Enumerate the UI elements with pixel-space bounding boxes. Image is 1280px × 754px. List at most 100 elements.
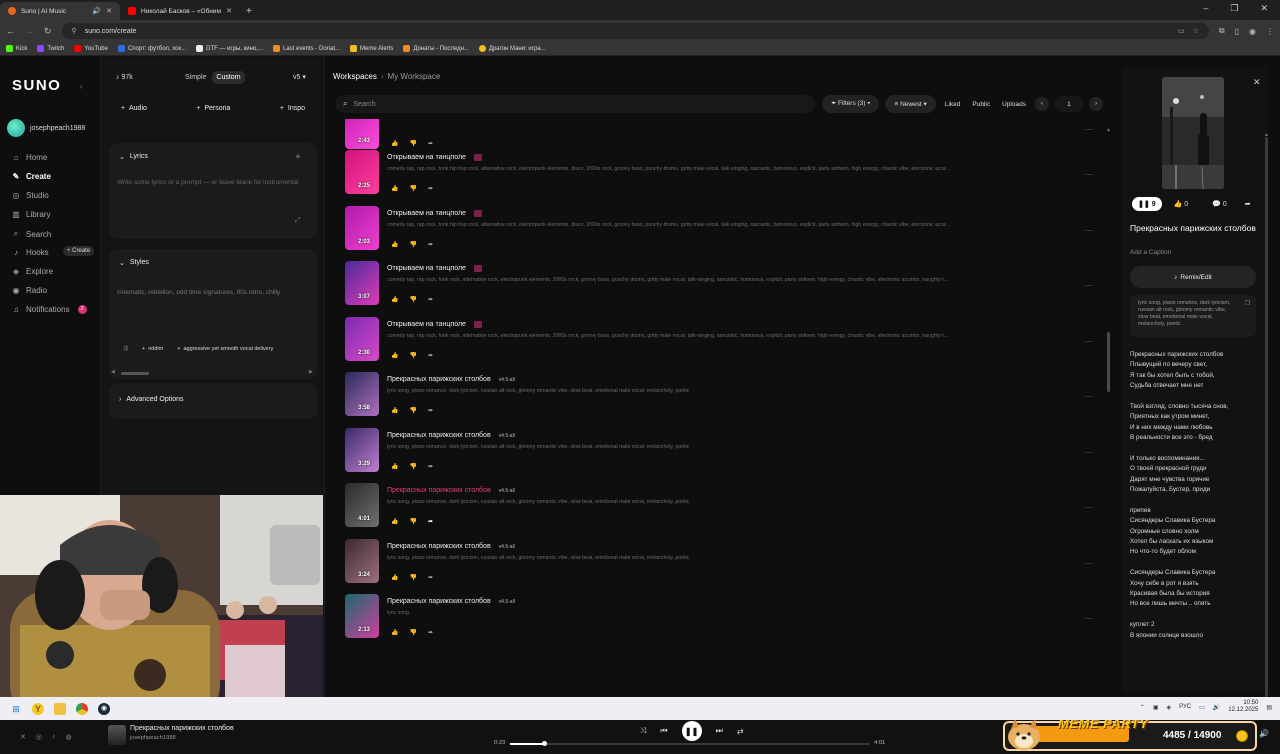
progress-knob[interactable] bbox=[542, 741, 548, 746]
lyrics-header[interactable]: ⌄ Lyrics bbox=[119, 153, 148, 161]
now-playing-title[interactable]: Прекрасных парижских столбов bbox=[130, 725, 234, 732]
more-options-icon[interactable]: ⋯ bbox=[1085, 226, 1093, 235]
dislike-icon[interactable]: 👎 bbox=[409, 518, 416, 525]
pause-button[interactable]: ❚❚ bbox=[681, 721, 702, 741]
like-icon[interactable]: 👍 bbox=[391, 574, 398, 581]
browser-tab-suno[interactable]: Suno | AI Music 🔊 ✕ bbox=[0, 2, 120, 20]
style-chip[interactable]: + riddim bbox=[142, 346, 163, 352]
song-style-tags[interactable]: lyric song, piano romance, dark lyricism… bbox=[387, 555, 1007, 561]
song-row[interactable]: 3:07 Открываем на танцполе comedy rap, rap… bbox=[345, 261, 1105, 316]
add-caption-link[interactable]: Add a Caption bbox=[1130, 249, 1171, 256]
song-title[interactable]: Прекрасных парижских столбов bbox=[387, 487, 491, 494]
language-indicator[interactable]: РУС bbox=[1179, 704, 1191, 710]
audio-playing-icon[interactable]: 🔊 bbox=[92, 7, 101, 15]
song-style-tags[interactable]: lyric song, piano romance, dark lyricism… bbox=[387, 388, 1007, 394]
add-audio-button[interactable]: + Audio bbox=[121, 105, 147, 125]
more-options-icon[interactable]: ⋯ bbox=[1085, 337, 1093, 346]
breadcrumb-current[interactable]: My Workspace bbox=[388, 72, 441, 81]
minimize-icon[interactable]: – bbox=[1203, 3, 1208, 14]
song-row[interactable]: 2:13 Прекрасных парижских столбов v4.5-all… bbox=[345, 594, 1105, 639]
like-icon[interactable]: 👍 bbox=[391, 140, 398, 147]
song-row[interactable]: 3:24 Прекрасных парижских столбов v4.5-all… bbox=[345, 539, 1105, 594]
progress-slider[interactable] bbox=[510, 741, 870, 746]
lyrics-input[interactable]: Write some lyrics or a prompt — or leave… bbox=[117, 179, 299, 186]
comment-button[interactable]: 💬 0 bbox=[1212, 200, 1227, 208]
sidebar-item-home[interactable]: ⌂ Home bbox=[12, 153, 48, 162]
steam-icon[interactable]: ◉ bbox=[98, 702, 110, 715]
cast-icon[interactable]: ▭ bbox=[1178, 27, 1185, 35]
song-row[interactable]: 3:29 Прекрасных парижских столбов v4.5-all… bbox=[345, 428, 1105, 483]
volume-icon[interactable]: 🔊 bbox=[1259, 729, 1269, 738]
share-icon[interactable]: ➦ bbox=[428, 185, 433, 192]
dislike-icon[interactable]: 👎 bbox=[409, 185, 416, 192]
detail-scrollbar[interactable]: ▲ bbox=[1264, 132, 1269, 702]
more-options-icon[interactable]: ⋯ bbox=[1085, 559, 1093, 568]
sidebar-item-studio[interactable]: ◎ Studio bbox=[12, 191, 49, 200]
scrollbar-thumb[interactable] bbox=[121, 372, 149, 375]
reload-icon[interactable]: ↻ bbox=[44, 26, 52, 37]
breadcrumb-root[interactable]: Workspaces bbox=[333, 72, 377, 81]
share-icon[interactable]: ➦ bbox=[428, 518, 433, 525]
song-style-tags[interactable]: comedy rap, rap rock, funk hip hop rock,… bbox=[387, 166, 1007, 172]
collapse-sidebar-icon[interactable]: ‹ bbox=[80, 82, 83, 91]
share-icon[interactable]: ➦ bbox=[428, 296, 433, 303]
instagram-icon[interactable]: ◎ bbox=[36, 733, 42, 741]
song-row[interactable]: 2:25 Открываем на танцполе comedy rap, rap… bbox=[345, 150, 1105, 205]
song-title[interactable]: Прекрасных парижских столбов bbox=[387, 432, 491, 439]
like-icon[interactable]: 👍 bbox=[391, 407, 398, 414]
previous-icon[interactable]: ⏮ bbox=[660, 726, 667, 736]
share-icon[interactable]: ➦ bbox=[428, 463, 433, 470]
back-icon[interactable]: ← bbox=[6, 26, 15, 36]
sidebar-item-explore[interactable]: ◈ Explore bbox=[12, 267, 53, 276]
scrollbar-thumb[interactable] bbox=[1265, 137, 1268, 697]
more-options-icon[interactable]: ⋯ bbox=[1085, 503, 1093, 512]
file-explorer-icon[interactable] bbox=[54, 702, 66, 715]
like-icon[interactable]: 👍 bbox=[391, 296, 398, 303]
url-field[interactable]: ⚲ suno.com/create ▭ ☆ bbox=[61, 23, 1209, 39]
more-options-icon[interactable]: ⋯ bbox=[1085, 614, 1093, 623]
like-icon[interactable]: 👍 bbox=[391, 352, 398, 359]
more-options-icon[interactable]: ⋯ bbox=[1085, 170, 1093, 179]
like-icon[interactable]: 👍 bbox=[391, 629, 398, 636]
share-icon[interactable]: ➦ bbox=[428, 574, 433, 581]
shuffle-icon[interactable]: ⤨ bbox=[640, 726, 646, 736]
song-style-tags[interactable]: comedy rap, rap rock, funk rock, alterna… bbox=[387, 333, 1007, 339]
maximize-icon[interactable]: ❐ bbox=[1230, 3, 1238, 14]
song-row[interactable]: 2:03 Открываем на танцполе comedy rap, rap… bbox=[345, 206, 1105, 261]
styles-input[interactable]: cinematic, rebellion, odd time signature… bbox=[117, 289, 280, 296]
style-shuffle-icon[interactable]: ⇶ bbox=[123, 345, 128, 352]
menu-icon[interactable]: ⋮ bbox=[1266, 27, 1274, 36]
bookmark-item[interactable]: Twitch bbox=[37, 45, 64, 52]
song-cover-thumbnail[interactable] bbox=[345, 119, 379, 149]
yandex-browser-icon[interactable]: Y bbox=[32, 702, 44, 715]
like-icon[interactable]: 👍 bbox=[391, 518, 398, 525]
network-icon[interactable]: ▭ bbox=[1199, 704, 1205, 711]
chrome-icon[interactable] bbox=[76, 702, 88, 715]
like-icon[interactable]: 👍 bbox=[391, 463, 398, 470]
show-hidden-icons-icon[interactable]: ⌃ bbox=[1140, 704, 1145, 711]
dislike-icon[interactable]: 👎 bbox=[409, 463, 416, 470]
tab-close-icon[interactable]: ✕ bbox=[106, 7, 112, 15]
next-icon[interactable]: ⏭ bbox=[716, 726, 723, 736]
mode-custom-tab[interactable]: Custom bbox=[212, 70, 245, 84]
new-tab-icon[interactable]: + bbox=[246, 6, 252, 17]
extensions-icon[interactable]: ⧉ bbox=[1219, 26, 1225, 36]
close-panel-icon[interactable]: ✕ bbox=[1253, 77, 1261, 88]
chip-scrollbar[interactable]: ◀ ▶ bbox=[111, 369, 315, 376]
sort-button[interactable]: ≡ Newest ▾ bbox=[885, 95, 936, 113]
share-icon[interactable]: ➦ bbox=[428, 352, 433, 359]
song-list-scrollbar[interactable]: ▲ bbox=[1106, 127, 1111, 647]
dislike-icon[interactable]: 👎 bbox=[409, 407, 416, 414]
remix-edit-button[interactable]: ♪ Remix/Edit bbox=[1130, 266, 1256, 288]
suno-logo[interactable]: SUNO bbox=[12, 77, 61, 94]
sidebar-item-create[interactable]: ✎ Create bbox=[12, 172, 51, 181]
share-icon[interactable]: ➦ bbox=[428, 140, 433, 147]
song-style-tags[interactable]: lyric song bbox=[387, 610, 1007, 616]
dislike-icon[interactable]: 👎 bbox=[409, 241, 416, 248]
like-icon[interactable]: 👍 bbox=[391, 185, 398, 192]
tiktok-icon[interactable]: ♪ bbox=[52, 733, 56, 741]
more-options-icon[interactable]: ⋯ bbox=[1085, 281, 1093, 290]
scroll-up-icon[interactable]: ▲ bbox=[1106, 127, 1111, 133]
magic-wand-icon[interactable]: ✧ bbox=[295, 153, 301, 161]
tray-app-icon[interactable]: ▣ bbox=[1153, 704, 1159, 711]
